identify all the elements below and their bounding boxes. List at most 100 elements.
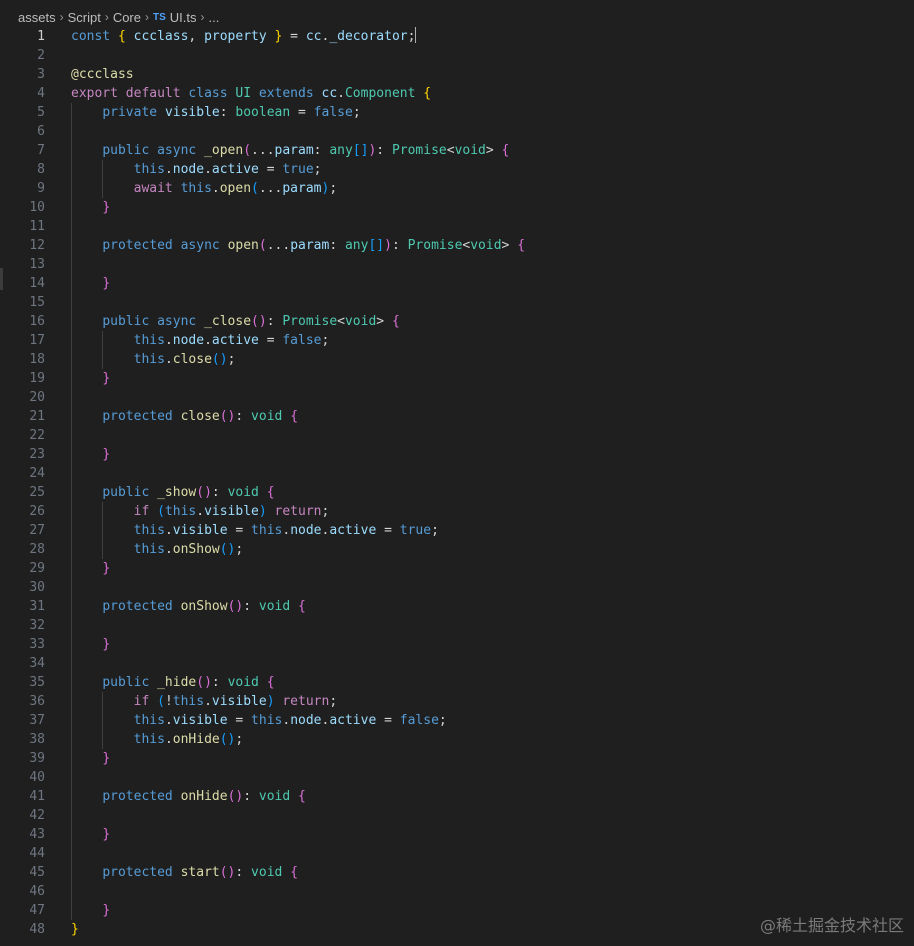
code-line[interactable]: 2 [0, 46, 914, 65]
code-line[interactable]: 8 this.node.active = true; [0, 160, 914, 179]
code-token: { [117, 29, 126, 44]
code-line[interactable]: 38 this.onHide(); [0, 730, 914, 749]
code-token: > [376, 314, 392, 329]
code-token: open [227, 238, 259, 253]
code-line[interactable]: 35 public _hide(): void { [0, 673, 914, 692]
line-number: 17 [29, 333, 45, 348]
breadcrumb-item-symbol[interactable]: ... [209, 10, 220, 25]
code-token: close [180, 409, 220, 424]
code-token: active [329, 713, 377, 728]
code-token: async [180, 238, 220, 253]
code-line[interactable]: 14 } [0, 274, 914, 293]
line-number: 28 [29, 542, 45, 557]
breadcrumb-item-script[interactable]: Script [68, 10, 101, 25]
code-line[interactable]: 3 @ccclass [0, 65, 914, 84]
code-token: void [251, 865, 283, 880]
code-line[interactable]: 1 const { ccclass, property } = cc._decor… [0, 27, 914, 46]
code-token: () [219, 542, 236, 557]
code-token: . [282, 713, 291, 728]
code-line[interactable]: 36 if (!this.visible) return; [0, 692, 914, 711]
code-line[interactable]: 30 [0, 578, 914, 597]
code-token: : [391, 238, 408, 253]
code-editor[interactable]: 1 const { ccclass, property } = cc._decor… [0, 27, 914, 946]
code-line[interactable]: 17 this.node.active = false; [0, 331, 914, 350]
code-line[interactable]: 27 this.visible = this.node.active = tru… [0, 521, 914, 540]
code-text: this.visible = this.node.active = false; [71, 711, 447, 730]
line-number: 1 [37, 29, 45, 44]
code-token: ; [438, 713, 447, 728]
code-line[interactable]: 11 [0, 217, 914, 236]
code-token: cc [321, 86, 338, 101]
code-line[interactable]: 13 [0, 255, 914, 274]
line-number: 45 [29, 865, 45, 880]
code-line[interactable]: 18 this.close(); [0, 350, 914, 369]
code-line[interactable]: 34 [0, 654, 914, 673]
code-token: ) [258, 504, 267, 519]
code-line[interactable]: 44 [0, 844, 914, 863]
code-line[interactable]: 24 [0, 464, 914, 483]
code-line[interactable]: 21 protected close(): void { [0, 407, 914, 426]
code-text: } [71, 369, 110, 388]
code-token: node [290, 523, 322, 538]
code-token: > [501, 238, 518, 253]
breadcrumb-item-file[interactable]: UI.ts [170, 10, 197, 25]
code-line[interactable]: 26 if (this.visible) return; [0, 502, 914, 521]
code-token: _show [157, 485, 197, 500]
code-token: { [298, 599, 306, 614]
code-line[interactable]: 32 [0, 616, 914, 635]
code-line[interactable]: 10 } [0, 198, 914, 217]
code-line[interactable]: 4 export default class UI extends cc.Comp… [0, 84, 914, 103]
code-line[interactable]: 19 } [0, 369, 914, 388]
code-token: : [266, 314, 283, 329]
code-token: : [211, 675, 228, 690]
code-token: ( [157, 694, 165, 709]
code-text: protected start(): void { [71, 863, 298, 882]
code-token: ; [235, 542, 244, 557]
code-line[interactable]: 41 protected onHide(): void { [0, 787, 914, 806]
indent-guide [102, 160, 104, 198]
line-number: 9 [37, 181, 45, 196]
code-token: } [102, 276, 111, 291]
code-text: public async _open(...param: any[]): Pro… [71, 141, 509, 160]
code-line[interactable]: 5 private visible: boolean = false; [0, 103, 914, 122]
code-line[interactable]: 25 public _show(): void { [0, 483, 914, 502]
code-line[interactable]: 46 [0, 882, 914, 901]
code-line[interactable]: 7 public async _open(...param: any[]): P… [0, 141, 914, 160]
line-number: 24 [29, 466, 45, 481]
code-token: ) [384, 238, 392, 253]
code-line[interactable]: 22 [0, 426, 914, 445]
code-line[interactable]: 45 protected start(): void { [0, 863, 914, 882]
line-number: 19 [29, 371, 45, 386]
code-line[interactable]: 42 [0, 806, 914, 825]
code-line[interactable]: 16 public async _close(): Promise<void> … [0, 312, 914, 331]
code-line[interactable]: 40 [0, 768, 914, 787]
code-token: < [446, 143, 455, 158]
code-line[interactable]: 39 } [0, 749, 914, 768]
code-line[interactable]: 33 } [0, 635, 914, 654]
code-line[interactable]: 15 [0, 293, 914, 312]
code-line[interactable]: 28 this.onShow(); [0, 540, 914, 559]
breadcrumb-item-core[interactable]: Core [113, 10, 141, 25]
code-line[interactable]: 20 [0, 388, 914, 407]
code-text: this.node.active = false; [71, 331, 330, 350]
code-line[interactable]: 31 protected onShow(): void { [0, 597, 914, 616]
typescript-file-icon: TS [153, 11, 166, 23]
code-token: _decorator [329, 29, 408, 44]
code-line[interactable]: 6 [0, 122, 914, 141]
code-line[interactable]: 37 this.visible = this.node.active = fal… [0, 711, 914, 730]
line-number: 26 [29, 504, 45, 519]
breadcrumb-item-assets[interactable]: assets [18, 10, 56, 25]
code-line[interactable]: 43 } [0, 825, 914, 844]
code-line[interactable]: 12 protected async open(...param: any[])… [0, 236, 914, 255]
code-line[interactable]: 29 } [0, 559, 914, 578]
code-line[interactable]: 23 } [0, 445, 914, 464]
code-token: { [423, 86, 432, 101]
code-token: = [227, 713, 252, 728]
code-token: const [71, 29, 111, 44]
code-line[interactable]: 9 await this.open(...param); [0, 179, 914, 198]
